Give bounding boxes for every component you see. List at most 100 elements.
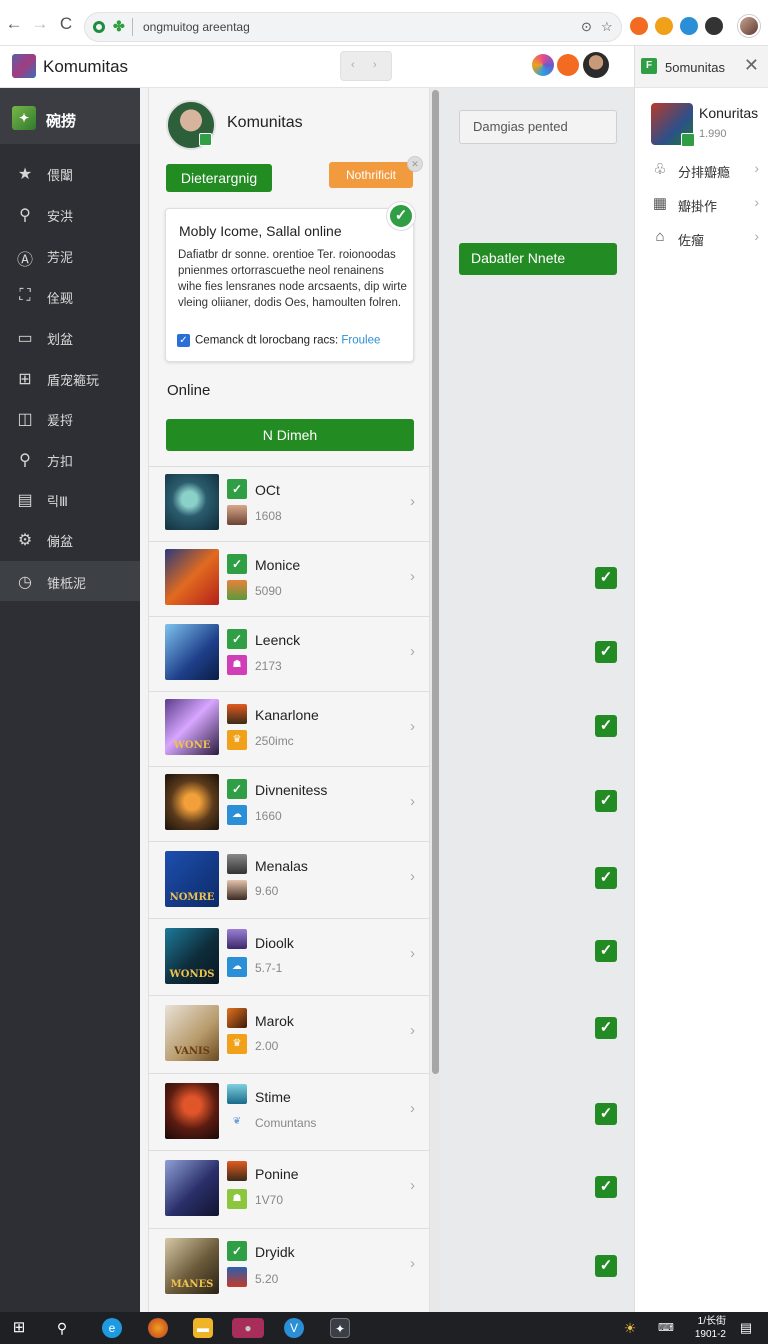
reload-button[interactable]: C: [56, 14, 76, 34]
chevron-right-icon: ›: [754, 228, 759, 244]
game-name: Monice: [255, 557, 301, 573]
bookmark-star-icon[interactable]: ☆: [601, 19, 613, 35]
side-menu-item-home[interactable]: ⌂ 佐瘤 ›: [651, 226, 768, 250]
primary-action-button[interactable]: Dieterargnig: [166, 164, 272, 192]
browser-profile-avatar[interactable]: [738, 15, 760, 37]
vpn-app-icon[interactable]: V: [284, 1318, 304, 1338]
orange-extension-icon[interactable]: [630, 17, 648, 35]
list-item[interactable]: NOMRE Menalas 9.60 ›: [149, 841, 429, 917]
row-checkbox[interactable]: ✓: [595, 715, 617, 737]
row-checkbox[interactable]: ✓: [595, 1103, 617, 1125]
clock-icon: ◷: [18, 574, 32, 591]
chevron-right-icon: ›: [754, 160, 759, 176]
url-text[interactable]: ongmuitog areentag: [143, 20, 250, 34]
sidebar-item-news[interactable]: ▤ 릭Ⅲ: [0, 479, 140, 519]
content-action-button[interactable]: Dabatler Nnete: [459, 243, 617, 275]
list-item[interactable]: ✓ OCt 1608 ›: [149, 466, 429, 542]
forward-button[interactable]: →: [30, 14, 50, 34]
list-item[interactable]: MANES ✓ Dryidk 5.20 ›: [149, 1228, 429, 1304]
list-item[interactable]: ✓ Monice 5090 ›: [149, 541, 429, 617]
checkbox-checked-icon[interactable]: ✓: [177, 334, 190, 347]
row-checkbox[interactable]: ✓: [595, 1255, 617, 1277]
lens-icon[interactable]: ⊙: [581, 19, 592, 35]
sidebar-item-documents[interactable]: ◫ 爰捋: [0, 398, 140, 438]
search-input[interactable]: Damgias pented: [459, 110, 617, 144]
row-checkbox[interactable]: ✓: [595, 790, 617, 812]
amber-extension-icon[interactable]: [655, 17, 673, 35]
header-toolbar-buttons[interactable]: ‹ ›: [340, 51, 392, 81]
game-badge-icon: ✓: [227, 554, 247, 574]
notification-button[interactable]: Nothrificit: [329, 162, 413, 188]
address-bar[interactable]: ✤ ongmuitog areentag ⊙ ☆: [84, 12, 622, 42]
gamepad-icon: ☗: [227, 1189, 247, 1209]
extension-puzzle-icon[interactable]: ✤: [113, 18, 125, 35]
sidebar-item-settings[interactable]: ⚙ 傰盆: [0, 519, 140, 559]
side-menu-item-share[interactable]: ♧ 分排瓣瘾 ›: [651, 158, 768, 182]
sidebar-item-explore[interactable]: ⚲ 方扣: [0, 439, 140, 479]
game-meta: 2.00: [255, 1039, 279, 1053]
firefox-icon[interactable]: [148, 1318, 168, 1338]
community-list-panel: Komunitas Dieterargnig Nothrificit ✕ Mob…: [148, 88, 430, 1312]
info-link[interactable]: Froulee: [341, 335, 380, 347]
side-panel-thumbnail[interactable]: [651, 103, 695, 147]
list-item[interactable]: VANIS ♛ Marok 2.00 ›: [149, 995, 429, 1071]
user-avatar[interactable]: [583, 52, 609, 78]
folder-icon[interactable]: ▬: [193, 1318, 213, 1338]
sidebar-item-grid[interactable]: ⊞ 盾宠篐玩: [0, 358, 140, 398]
profile-avatar[interactable]: [166, 100, 216, 150]
row-checkbox[interactable]: ✓: [595, 867, 617, 889]
keyboard-icon[interactable]: ⌨: [656, 1318, 676, 1338]
chevron-right-icon: ›: [410, 493, 415, 510]
online-badge-icon: [199, 133, 212, 146]
info-card-checkbox-row[interactable]: ✓ Cemanck dt lorocbang racs: Froulee: [177, 334, 407, 347]
sidebar-item-activity[interactable]: Ⓐ 芳泥: [0, 235, 140, 275]
list-item[interactable]: ❦ Stime Comuntans ›: [149, 1073, 429, 1149]
list-item[interactable]: ☗ Ponine 1V70 ›: [149, 1150, 429, 1226]
close-icon[interactable]: ✕: [744, 55, 759, 76]
list-item[interactable]: ✓ ☁ Divnenitess 1660 ›: [149, 766, 429, 842]
soccer-extension-icon[interactable]: [705, 17, 723, 35]
header-orange-avatar[interactable]: [557, 54, 579, 76]
sidebar-item-history[interactable]: ◷ 锥柢泥: [0, 561, 140, 601]
list-item[interactable]: WONE ♛ Kanarlone 250imc ›: [149, 691, 429, 767]
row-checkbox[interactable]: ✓: [595, 641, 617, 663]
weather-icon[interactable]: ☀: [620, 1318, 640, 1338]
music-app-icon[interactable]: ●: [232, 1318, 264, 1338]
game-name: Kanarlone: [255, 707, 319, 723]
side-menu-item-calendar[interactable]: ▦ 瓣掛作 ›: [651, 192, 768, 216]
side-panel-tab[interactable]: F 5omunitas ✕: [635, 46, 768, 88]
list-scrollbar[interactable]: [430, 88, 440, 1312]
row-checkbox[interactable]: ✓: [595, 940, 617, 962]
sidebar-item-label: 划盆: [47, 332, 74, 347]
row-checkbox[interactable]: ✓: [595, 1017, 617, 1039]
scrollbar-thumb[interactable]: [432, 90, 439, 1074]
sidebar-item-label: 芳泥: [47, 250, 74, 265]
online-action-button[interactable]: N Dimeh: [166, 419, 414, 451]
header-tool-right[interactable]: ›: [373, 59, 377, 71]
row-checkbox[interactable]: ✓: [595, 567, 617, 589]
sidebar-item-search[interactable]: ⚲ 安洪: [0, 194, 140, 234]
sidebar-header[interactable]: ✦ 碗捞: [0, 88, 140, 144]
windows-start-icon[interactable]: ⊞: [9, 1318, 29, 1338]
game-badge-icon: ✓: [227, 779, 247, 799]
search-icon[interactable]: ⚲: [52, 1318, 72, 1338]
chevron-right-icon: ›: [410, 1177, 415, 1194]
header-color-avatar[interactable]: [532, 54, 554, 76]
back-button[interactable]: ←: [4, 14, 24, 34]
game-logo-text: WONE: [173, 740, 211, 751]
sidebar-item-library[interactable]: ▭ 划盆: [0, 317, 140, 357]
sidebar-item-store[interactable]: ⛶ 佺觋: [0, 276, 140, 316]
activity-icon: Ⓐ: [16, 252, 33, 269]
blue-extension-icon[interactable]: [680, 17, 698, 35]
clock[interactable]: 1/长街 1901-2: [690, 1315, 726, 1341]
sidebar-item-favorites[interactable]: ★ 偎闈: [0, 153, 140, 193]
list-item[interactable]: ✓ ☗ Leenck 2173 ›: [149, 616, 429, 692]
list-item[interactable]: WONDS ☁ Dioolk 5.7-1 ›: [149, 918, 429, 994]
row-checkbox[interactable]: ✓: [595, 1176, 617, 1198]
game-launcher-icon[interactable]: ✦: [330, 1318, 350, 1338]
edge-browser-icon[interactable]: e: [102, 1318, 122, 1338]
dismiss-icon[interactable]: ✕: [407, 156, 423, 172]
game-thumbnail: [165, 624, 219, 680]
header-tool-left[interactable]: ‹: [351, 59, 355, 71]
notification-center-icon[interactable]: ▤: [736, 1318, 756, 1338]
